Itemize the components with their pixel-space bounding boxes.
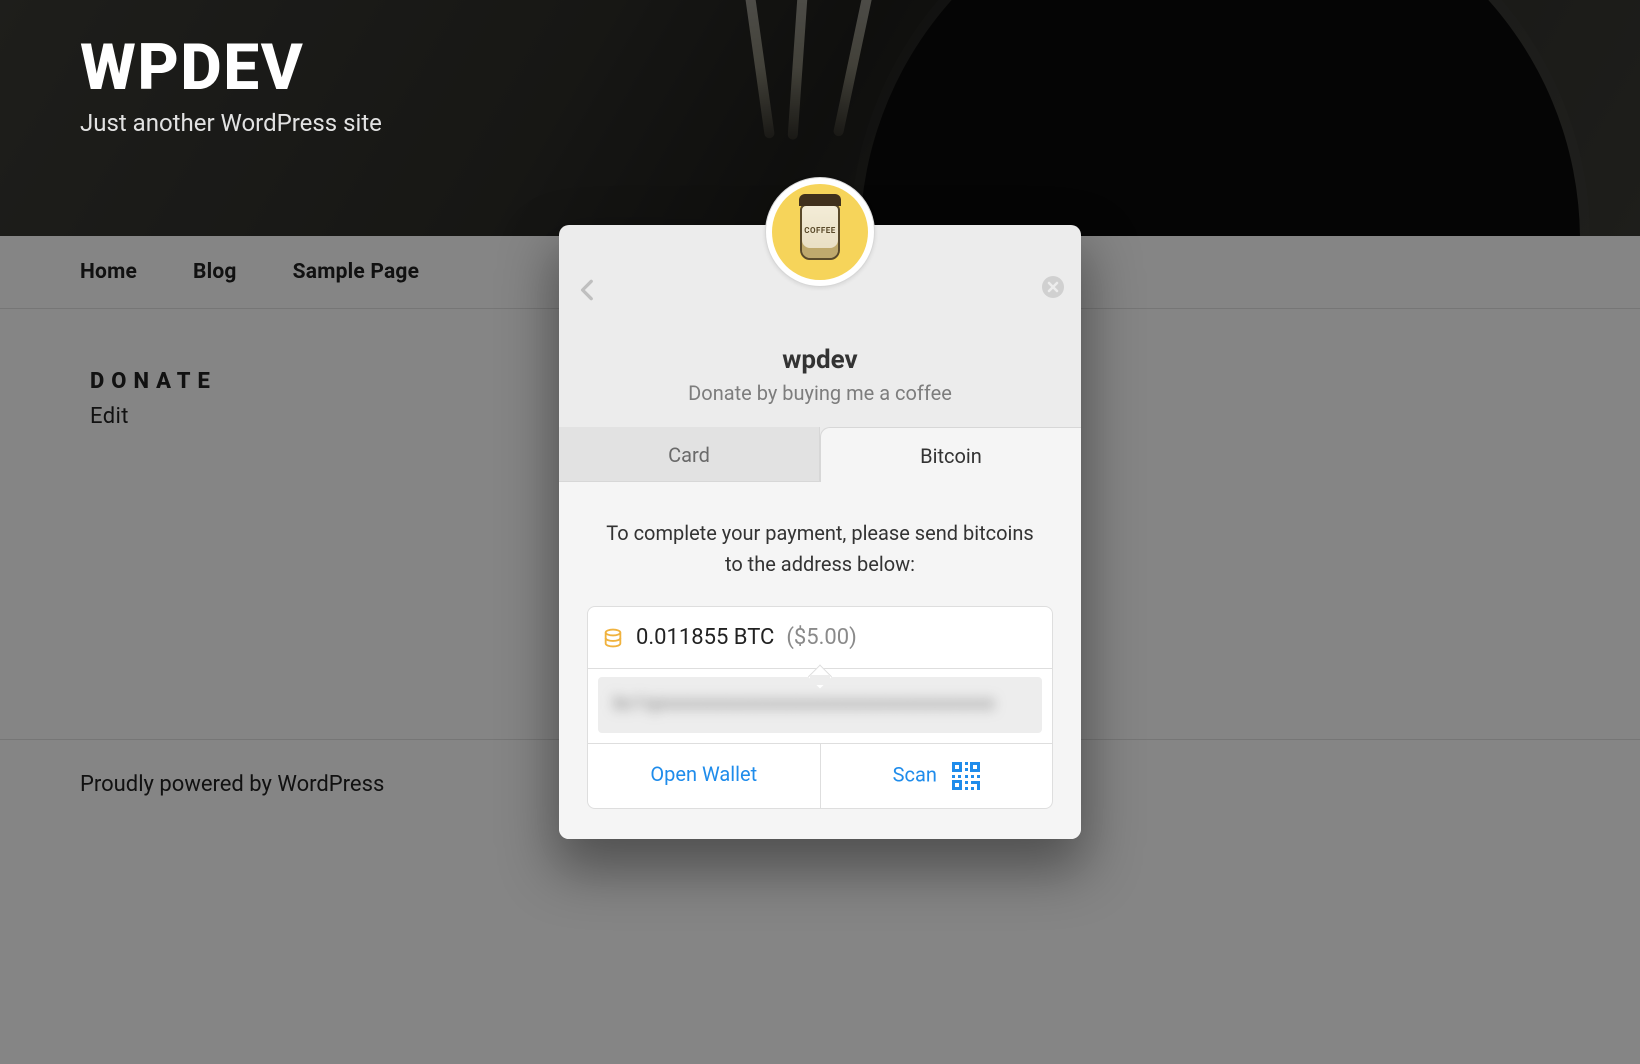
coffee-jar-icon: COFFEE <box>772 184 868 280</box>
site-title[interactable]: WPDEV <box>80 30 382 105</box>
chevron-left-icon <box>575 277 601 303</box>
payment-card: 0.011855 BTC ($5.00) bc1qxxxxxxxxxxxxxxx… <box>587 606 1053 809</box>
amount-btc: 0.011855 BTC <box>636 625 774 650</box>
payment-tabs: Card Bitcoin <box>559 427 1081 482</box>
bitcoin-panel: To complete your payment, please send bi… <box>559 481 1081 839</box>
payment-instructions: To complete your payment, please send bi… <box>601 518 1039 580</box>
page-root: WPDEV Just another WordPress site Home B… <box>0 0 1640 1064</box>
coin-stack-icon <box>602 627 624 649</box>
donation-subtitle: Donate by buying me a coffee <box>559 381 1081 405</box>
amount-row: 0.011855 BTC ($5.00) <box>588 607 1052 668</box>
tab-card[interactable]: Card <box>559 427 820 482</box>
open-wallet-button[interactable]: Open Wallet <box>588 743 820 808</box>
avatar-label: COFFEE <box>802 226 838 235</box>
close-icon <box>1041 275 1065 299</box>
scan-label: Scan <box>893 762 937 786</box>
avatar: COFFEE <box>765 177 875 287</box>
site-tagline: Just another WordPress site <box>80 109 382 137</box>
amount-fiat: ($5.00) <box>786 625 856 650</box>
qr-icon <box>952 762 980 790</box>
back-button[interactable] <box>575 277 603 305</box>
recipient-name: wpdev <box>559 345 1081 375</box>
btc-address-text: bc1qxxxxxxxxxxxxxxxxxxxxxxxxxxxxxxxxxx <box>598 677 1042 730</box>
close-button[interactable] <box>1041 275 1065 299</box>
donation-modal: COFFEE wpdev Donate by buying me a coffe… <box>559 225 1081 839</box>
tab-bitcoin[interactable]: Bitcoin <box>820 427 1081 482</box>
btc-address-field[interactable]: bc1qxxxxxxxxxxxxxxxxxxxxxxxxxxxxxxxxxx <box>598 677 1042 733</box>
scan-button[interactable]: Scan <box>820 743 1053 808</box>
